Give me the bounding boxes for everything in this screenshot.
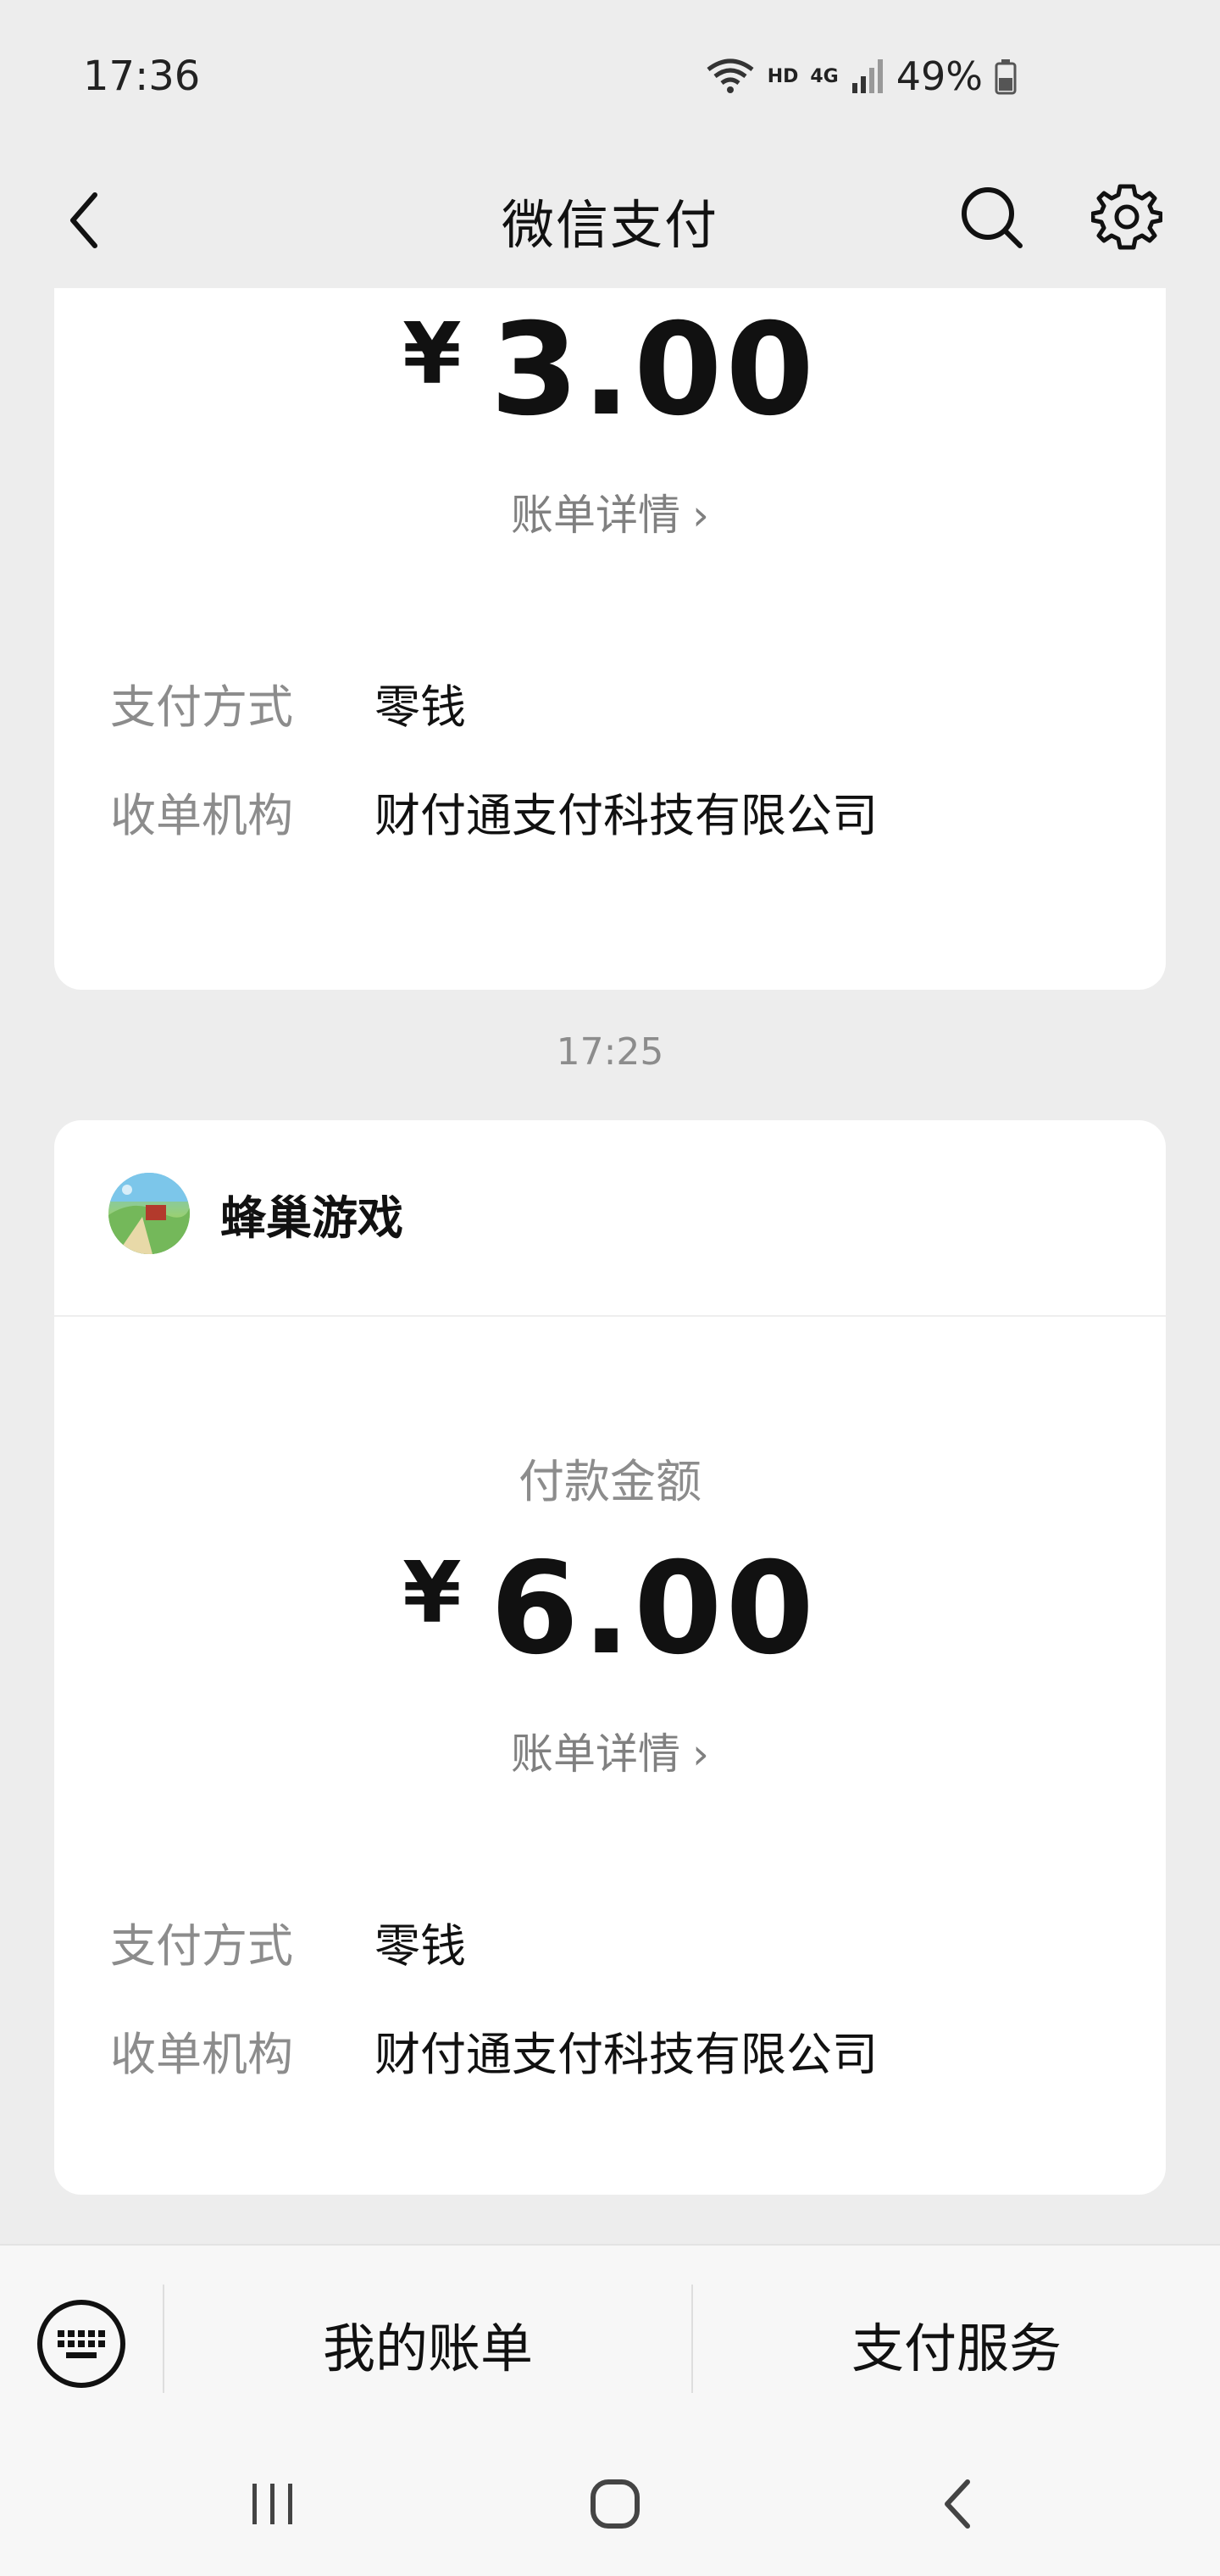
- keyboard-icon: [37, 2300, 125, 2388]
- payment-method-row: 支付方式 零钱: [110, 669, 466, 736]
- system-back-button[interactable]: [898, 2457, 1017, 2551]
- back-button[interactable]: [42, 178, 127, 263]
- settings-button[interactable]: [1084, 175, 1169, 259]
- page-title: 微信支付: [501, 194, 718, 256]
- network-4g-indicator: 4G: [810, 65, 839, 87]
- payment-method-label: 支付方式: [110, 1919, 293, 1973]
- payment-method-label: 支付方式: [110, 680, 293, 734]
- amount-value: 3.00: [490, 297, 818, 444]
- wifi-icon: [705, 58, 756, 95]
- transaction-card: 蜂巢游戏 付款金额 ¥6.00 账单详情 › 支付方式 零钱 收单机构 财付通支付…: [54, 1120, 1166, 2195]
- bill-details-link[interactable]: 账单详情 ›: [54, 481, 1166, 542]
- home-button[interactable]: [556, 2457, 674, 2551]
- battery-percent: 49%: [896, 53, 983, 99]
- divider: [54, 1315, 1166, 1317]
- signal-icon: [851, 58, 884, 95]
- acquirer-value: 财付通支付科技有限公司: [374, 2028, 878, 2081]
- bottom-menu-bar: 我的账单 支付服务: [0, 2244, 1220, 2432]
- currency-symbol: ¥: [402, 1543, 465, 1642]
- amount-value: 6.00: [490, 1535, 818, 1683]
- home-icon: [591, 2479, 640, 2529]
- bill-details-label: 账单详情: [511, 491, 680, 540]
- acquirer-row: 收单机构 财付通支付科技有限公司: [110, 778, 878, 845]
- acquirer-label: 收单机构: [110, 789, 293, 842]
- chevron-right-icon: ›: [692, 491, 709, 540]
- payment-amount-label: 付款金额: [518, 1455, 702, 1508]
- chevron-right-icon: ›: [692, 1729, 709, 1779]
- merchant-avatar: [108, 1173, 190, 1254]
- currency-symbol: ¥: [402, 304, 465, 403]
- payment-method-value: 零钱: [374, 680, 466, 734]
- payment-method-value: 零钱: [374, 1919, 466, 1973]
- recent-apps-icon: [252, 2484, 292, 2524]
- acquirer-row: 收单机构 财付通支付科技有限公司: [110, 2017, 878, 2084]
- payment-services-button[interactable]: 支付服务: [693, 2296, 1220, 2391]
- transaction-card: ¥3.00 账单详情 › 支付方式 零钱 收单机构 财付通支付科技有限公司: [54, 288, 1166, 990]
- hd-indicator: HD: [767, 65, 799, 87]
- search-button[interactable]: [949, 175, 1034, 259]
- back-icon: [945, 2479, 970, 2529]
- merchant-name: 蜂巢游戏: [220, 1191, 403, 1245]
- battery-icon: [995, 58, 1017, 95]
- back-icon: [70, 192, 97, 248]
- acquirer-label: 收单机构: [110, 2028, 293, 2081]
- message-timestamp: 17:25: [556, 1030, 664, 1074]
- status-indicators: HD 4G 49%: [705, 53, 1017, 99]
- system-navigation-bar: [0, 2432, 1220, 2576]
- bill-details-link[interactable]: 账单详情 ›: [54, 1720, 1166, 1781]
- status-time: 17:36: [83, 53, 201, 100]
- search-icon: [962, 187, 1023, 248]
- my-bills-button[interactable]: 我的账单: [164, 2296, 691, 2391]
- recent-apps-button[interactable]: [214, 2457, 332, 2551]
- payment-amount: ¥3.00: [54, 297, 1166, 444]
- acquirer-value: 财付通支付科技有限公司: [374, 789, 878, 842]
- app-header: 微信支付: [0, 153, 1220, 288]
- keyboard-toggle-button[interactable]: [34, 2296, 129, 2391]
- payment-method-row: 支付方式 零钱: [110, 1908, 466, 1975]
- bill-details-label: 账单详情: [511, 1729, 680, 1779]
- gear-icon: [1091, 184, 1162, 250]
- merchant-header[interactable]: 蜂巢游戏: [108, 1173, 403, 1254]
- transaction-list[interactable]: ¥3.00 账单详情 › 支付方式 零钱 收单机构 财付通支付科技有限公司 17:…: [0, 288, 1220, 2244]
- payment-amount: ¥6.00: [54, 1535, 1166, 1683]
- status-bar: 17:36 HD 4G 49%: [0, 0, 1220, 153]
